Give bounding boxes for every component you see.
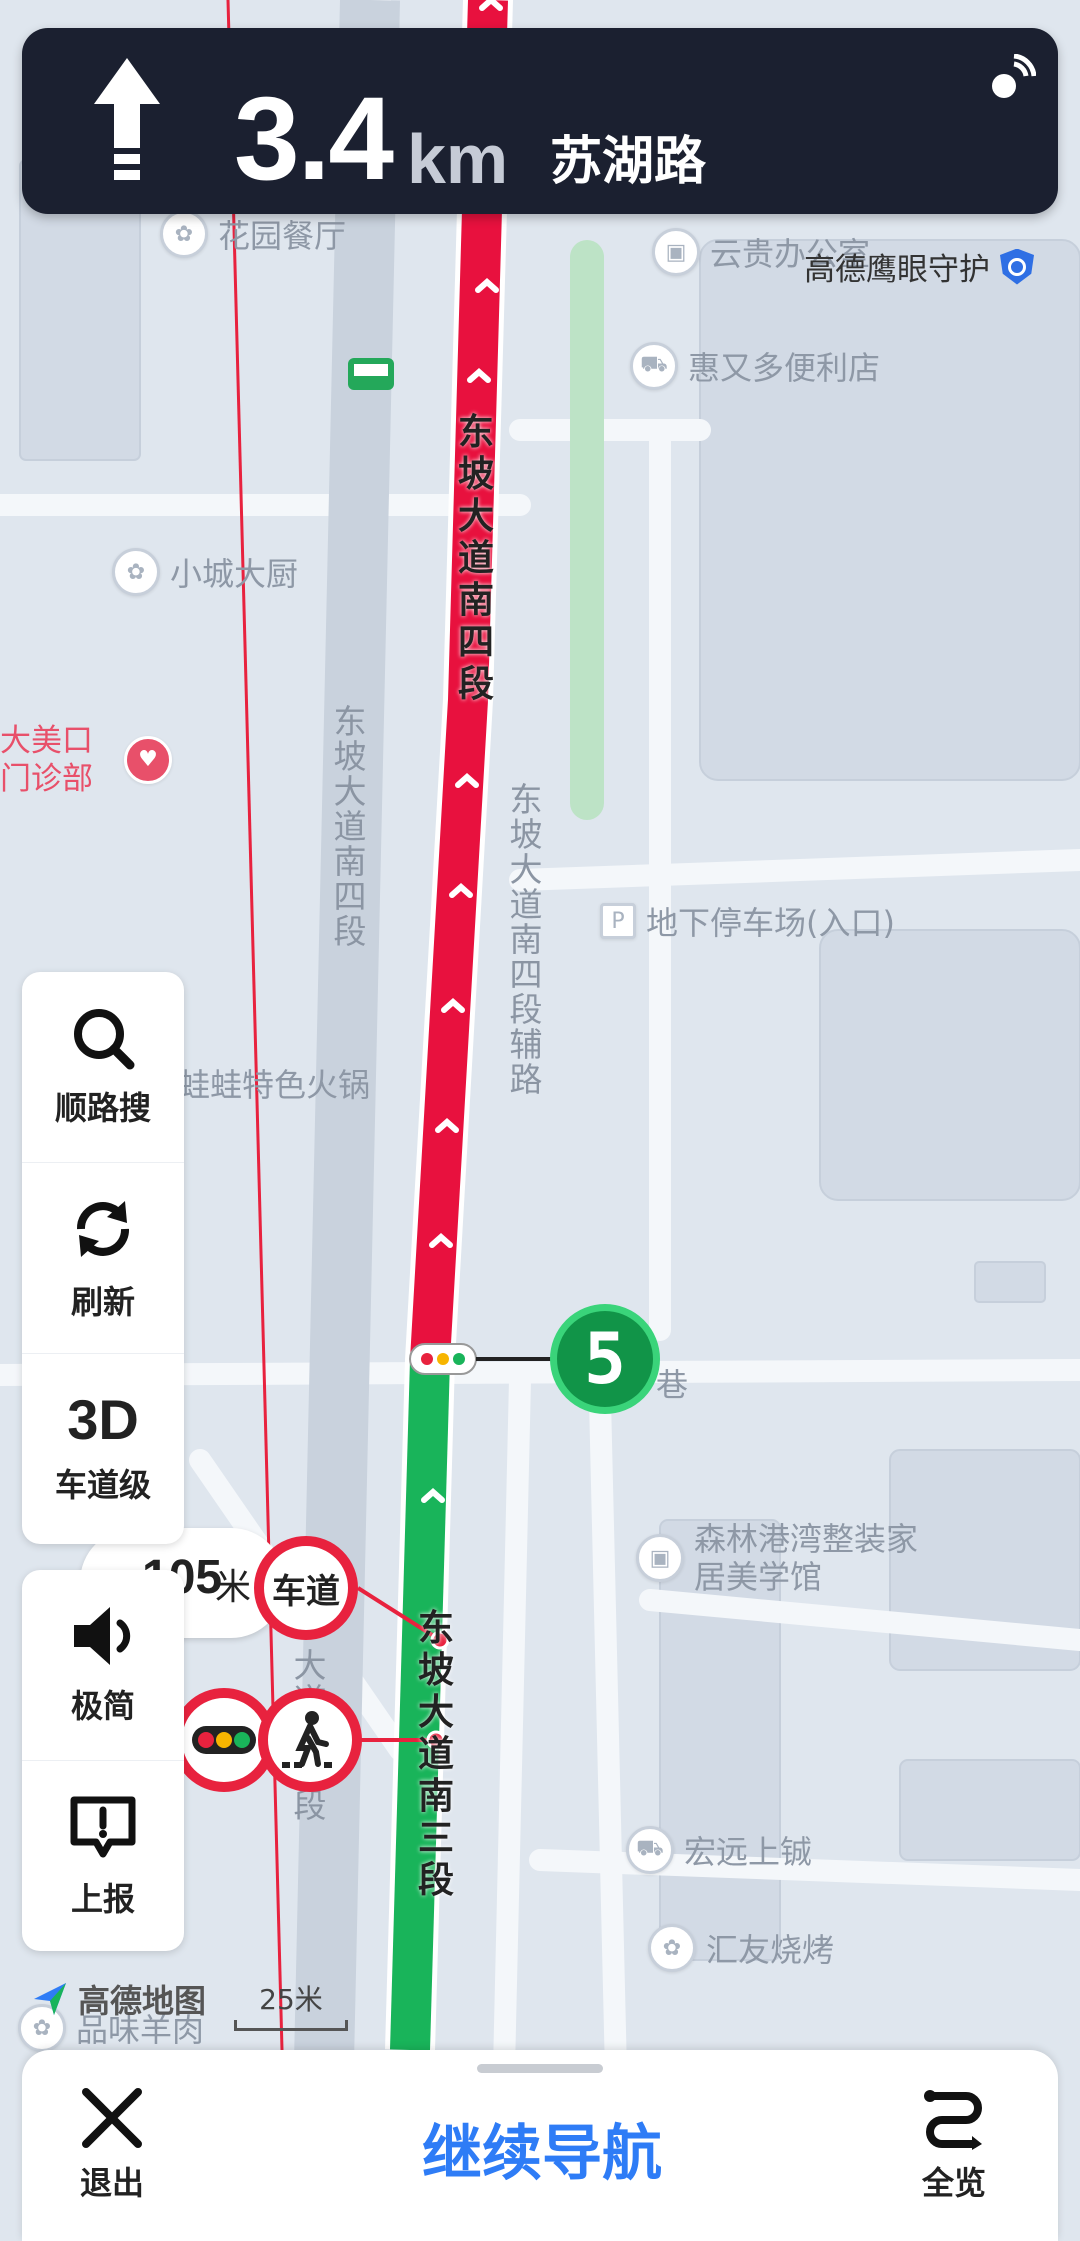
pedestrian-crossing-sign-icon	[258, 1688, 362, 1792]
speaker-icon	[74, 1607, 131, 1665]
poi-huiyouduo-store[interactable]: ⛟ 惠又多便利店	[630, 342, 880, 390]
side-road-label-right: 东坡大道南四段辅路	[509, 780, 543, 1099]
parking-icon: P	[600, 903, 636, 939]
refresh-icon	[77, 1201, 129, 1257]
bottom-action-bar: 退出 继续导航 全览	[22, 2050, 1058, 2241]
side-panel-bottom: 极简 上报	[22, 1570, 184, 1951]
route-road-label-lower: 东坡大道南三段	[417, 1608, 454, 1901]
poi-xiaocheng-chef[interactable]: ✿ 小城大厨	[112, 548, 298, 596]
poi-dental-clinic[interactable]: 大美口门诊部 ♥	[0, 722, 172, 798]
poi-huiyou-bbq[interactable]: ✿ 汇友烧烤	[648, 1924, 834, 1972]
search-icon	[74, 1009, 135, 1070]
poi-alley: 巷	[656, 1366, 689, 1404]
distance-unit: km	[407, 120, 509, 198]
shopping-cart-icon: ⛟	[630, 342, 678, 390]
amap-logo-icon	[34, 1983, 66, 2015]
route-overview-icon	[924, 2090, 982, 2150]
restaurant-icon: ✿	[160, 210, 208, 258]
restaurant-icon: ✿	[648, 1924, 696, 1972]
shield-icon	[1000, 248, 1034, 285]
poi-forest-harbor-home[interactable]: ▣ 森林港湾整装家居美学馆	[636, 1520, 924, 1596]
navigation-banner[interactable]: 3.4 km 苏湖路	[22, 28, 1058, 214]
building-icon: ▣	[652, 228, 700, 276]
side-road-label-left: 东坡大道南四段	[333, 702, 367, 951]
close-icon	[82, 2088, 142, 2148]
poi-underground-parking[interactable]: P 地下停车场(入口)	[600, 898, 895, 944]
exit-button[interactable]: 退出	[80, 2086, 144, 2204]
traffic-light-countdown: 5	[550, 1304, 660, 1414]
lane-level-3d-button[interactable]: 3D 车道级	[22, 1354, 184, 1544]
poi-hongyuan[interactable]: ⛟ 宏远上铖	[626, 1826, 812, 1874]
tooth-icon: ♥	[124, 736, 172, 784]
restaurant-icon: ✿	[112, 548, 160, 596]
overview-button[interactable]: 全览	[922, 2086, 986, 2204]
report-icon	[70, 1796, 136, 1858]
building-icon: ▣	[636, 1534, 684, 1582]
lane-sign: 车道	[254, 1536, 358, 1640]
poi-wawa-hotpot[interactable]: 蛙蛙特色火锅	[178, 1060, 370, 1106]
straight-arrow-icon	[94, 58, 160, 180]
report-button[interactable]: 上报	[22, 1761, 184, 1951]
continue-navigation-button[interactable]: 继续导航	[322, 2105, 762, 2192]
side-panel-top: 顺路搜 刷新 3D 车道级	[22, 972, 184, 1544]
satellite-signal-icon[interactable]	[986, 54, 1036, 104]
poi-huayuan-restaurant[interactable]: ✿ 花园餐厅	[160, 210, 346, 258]
refresh-button[interactable]: 刷新	[22, 1163, 184, 1354]
map-scale: 25米	[234, 1978, 348, 2031]
distance-value: 3.4	[234, 73, 394, 205]
route-road-label-upper: 东坡大道南四段	[457, 412, 494, 705]
shopping-cart-icon: ⛟	[626, 1826, 674, 1874]
amap-logo: 高德地图	[30, 1976, 206, 2022]
next-road-name: 苏湖路	[550, 132, 707, 192]
minimal-mode-button[interactable]: 极简	[22, 1570, 184, 1761]
drag-handle[interactable]	[477, 2064, 603, 2073]
search-along-route-button[interactable]: 顺路搜	[22, 972, 184, 1163]
scale-bar	[234, 2020, 348, 2031]
3d-icon: 3D	[67, 1388, 139, 1451]
eye-guard-badge[interactable]: 高德鹰眼守护	[804, 244, 1034, 289]
